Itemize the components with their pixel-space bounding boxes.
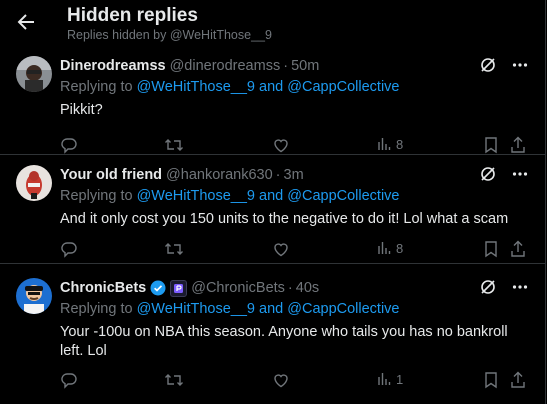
replying-to: Replying to @WeHitThose__9 and @CappColl… — [60, 79, 400, 95]
share-icon[interactable] — [510, 371, 526, 389]
replying-to: Replying to @WeHitThose__9 and @CappColl… — [60, 188, 400, 204]
user-handle[interactable]: @hankorank630 — [166, 167, 273, 183]
more-icon[interactable] — [511, 56, 529, 74]
tweet-text: Your -100u on NBA this season. Anyone wh… — [60, 324, 508, 359]
tweet-text: And it only cost you 150 units to the ne… — [60, 211, 509, 227]
hide-reply-icon[interactable] — [479, 278, 497, 296]
retweet-icon[interactable] — [164, 371, 184, 389]
affiliate-badge-icon[interactable] — [170, 279, 188, 297]
views-button[interactable]: 8 — [376, 136, 403, 152]
views-icon — [376, 136, 392, 152]
display-name[interactable]: Dinerodreamss — [60, 58, 166, 74]
hide-reply-icon[interactable] — [479, 165, 497, 183]
reply-icon[interactable] — [60, 371, 78, 389]
display-name[interactable]: Your old friend — [60, 167, 162, 183]
replying-to-links[interactable]: @WeHitThose__9 and @CappCollective — [137, 188, 400, 204]
avatar[interactable] — [16, 165, 52, 201]
views-icon — [376, 371, 392, 387]
more-icon[interactable] — [511, 278, 529, 296]
share-icon[interactable] — [510, 136, 526, 154]
views-button[interactable]: 1 — [376, 371, 403, 387]
replying-to-label: Replying to — [60, 301, 133, 317]
page-title: Hidden replies — [67, 5, 198, 26]
tweet-item[interactable]: ChronicBets @ChronicBets · 40s Replying … — [0, 264, 545, 404]
more-icon[interactable] — [511, 165, 529, 183]
reply-icon[interactable] — [60, 240, 78, 258]
tweet-item[interactable]: Dinerodreamss @dinerodreamss · 50m Reply… — [0, 46, 545, 155]
tweet-actions: 8 — [60, 240, 529, 260]
like-icon[interactable] — [272, 240, 290, 258]
replying-to: Replying to @WeHitThose__9 and @CappColl… — [60, 301, 400, 317]
views-count: 1 — [396, 371, 404, 387]
verified-icon — [150, 280, 166, 296]
views-count: 8 — [396, 240, 404, 256]
like-icon[interactable] — [272, 371, 290, 389]
page-subtitle: Replies hidden by @WeHitThose__9 — [67, 28, 272, 42]
display-name[interactable]: ChronicBets — [60, 280, 146, 296]
retweet-icon[interactable] — [164, 240, 184, 258]
replying-to-links[interactable]: @WeHitThose__9 and @CappCollective — [137, 301, 400, 317]
avatar[interactable] — [16, 278, 52, 314]
separator-dot: · — [287, 280, 293, 296]
replying-to-label: Replying to — [60, 188, 133, 204]
views-count: 8 — [396, 136, 404, 152]
user-handle[interactable]: @dinerodreamss — [170, 58, 281, 74]
tweet-actions: 8 — [60, 136, 529, 156]
bookmark-icon[interactable] — [483, 371, 499, 389]
timestamp[interactable]: 40s — [296, 280, 319, 296]
tweet-item[interactable]: Your old friend @hankorank630 · 3m Reply… — [0, 155, 545, 264]
timestamp[interactable]: 3m — [284, 167, 304, 183]
reply-icon[interactable] — [60, 136, 78, 154]
hide-reply-icon[interactable] — [479, 56, 497, 74]
views-icon — [376, 240, 392, 256]
replying-to-links[interactable]: @WeHitThose__9 and @CappCollective — [137, 79, 400, 95]
timestamp[interactable]: 50m — [291, 58, 319, 74]
tweet-text: Pikkit? — [60, 102, 103, 118]
hidden-replies-panel: Hidden replies Replies hidden by @WeHitT… — [0, 0, 546, 404]
separator-dot: · — [275, 167, 281, 183]
user-handle[interactable]: @ChronicBets — [191, 280, 285, 296]
avatar[interactable] — [16, 56, 52, 92]
share-icon[interactable] — [510, 240, 526, 258]
retweet-icon[interactable] — [164, 136, 184, 154]
back-arrow-icon[interactable] — [14, 10, 38, 34]
views-button[interactable]: 8 — [376, 240, 403, 256]
replying-to-label: Replying to — [60, 79, 133, 95]
tweet-actions: 1 — [60, 371, 529, 391]
separator-dot: · — [283, 58, 289, 74]
like-icon[interactable] — [272, 136, 290, 154]
bookmark-icon[interactable] — [483, 136, 499, 154]
bookmark-icon[interactable] — [483, 240, 499, 258]
header: Hidden replies Replies hidden by @WeHitT… — [0, 0, 545, 46]
